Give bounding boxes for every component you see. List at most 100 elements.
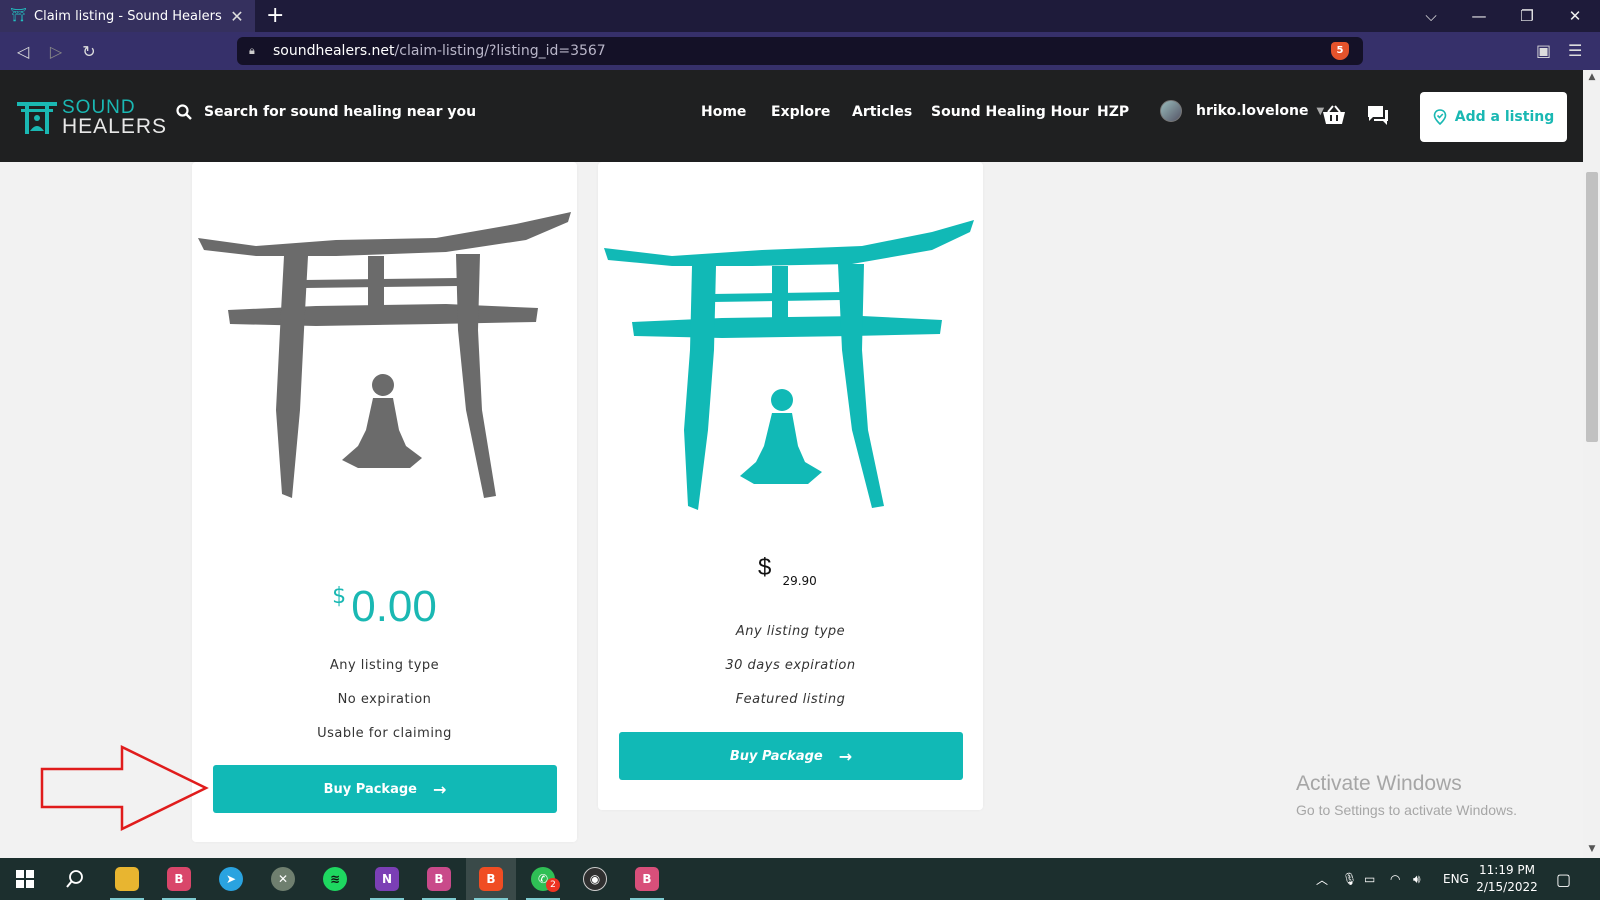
tab-title: Claim listing - Sound Healers: [34, 8, 222, 24]
package-feature: Any listing type: [329, 658, 440, 673]
activate-windows-watermark: Activate Windows Go to Settings to activ…: [1296, 772, 1517, 818]
nav-home[interactable]: Home: [701, 104, 746, 120]
search-icon: [66, 870, 83, 888]
language-indicator[interactable]: ENG: [1443, 858, 1469, 900]
reload-button[interactable]: ↻: [78, 41, 100, 63]
clock-date: 2/15/2022: [1476, 880, 1538, 894]
brave-icon: B: [479, 867, 503, 891]
xbox-icon: ✕: [271, 867, 295, 891]
taskbar-whatsapp[interactable]: ✆ 2: [518, 858, 568, 900]
restore-button[interactable]: ❐: [1504, 0, 1550, 32]
battery-icon[interactable]: ▭: [1364, 858, 1375, 900]
notification-badge: 2: [546, 878, 560, 892]
package-feature: Usable for claiming: [317, 726, 452, 741]
microphone-icon[interactable]: 🎙︎: [1342, 858, 1357, 900]
buy-package-button[interactable]: Buy Package →: [619, 732, 963, 780]
buy-package-button[interactable]: Buy Package →: [213, 765, 557, 813]
taskbar-search-button[interactable]: [50, 858, 100, 900]
nav-explore[interactable]: Explore: [771, 104, 830, 120]
arrow-right-icon: →: [432, 779, 447, 799]
folder-icon: [115, 867, 139, 891]
onenote-letter: N: [381, 872, 393, 886]
package-feature: No expiration: [337, 692, 432, 707]
taskbar-clock[interactable]: 11:19 PM 2/15/2022: [1472, 862, 1542, 896]
windows-logo-icon: [16, 870, 34, 888]
add-listing-label: Add a listing: [1454, 109, 1555, 125]
package-price: $ 0.00: [192, 582, 577, 632]
browser-toolbar: ◁ ▷ ↻ 🔒︎ soundhealers.net/claim-listing/…: [0, 32, 1600, 70]
wifi-icon[interactable]: ◠: [1390, 858, 1400, 900]
nav-sound-healing-hour[interactable]: Sound Healing Hour: [931, 104, 1089, 120]
map-pin-check-icon: [1433, 109, 1447, 125]
brave-shield-icon[interactable]: 5: [1331, 42, 1349, 60]
torii-logo-icon: [17, 102, 57, 134]
torii-meditation-illustration-grey: [198, 212, 571, 498]
nav-articles[interactable]: Articles: [852, 104, 912, 120]
taskbar-onenote[interactable]: N: [362, 858, 412, 900]
package-feature: Any listing type: [735, 624, 846, 639]
notifications-icon[interactable]: ▢: [1556, 858, 1571, 900]
taskbar-spotify[interactable]: ≋: [310, 858, 360, 900]
onenote-icon: N: [375, 867, 399, 891]
brave-beta-icon: B: [167, 867, 191, 891]
site-logo[interactable]: SOUND HEALERS: [16, 98, 168, 138]
arrow-right-icon: →: [838, 746, 853, 766]
logo-text-healers: HEALERS: [62, 115, 168, 138]
price-amount: 29.90: [782, 574, 817, 588]
new-tab-button[interactable]: +: [266, 4, 284, 28]
site-search[interactable]: Search for sound healing near you: [176, 104, 476, 120]
currency-symbol: $: [332, 584, 347, 609]
messages-icon[interactable]: [1366, 104, 1390, 126]
close-window-button[interactable]: ✕: [1552, 0, 1598, 32]
url-path: /claim-listing/?listing_id=3567: [394, 43, 606, 59]
browser-tab-active[interactable]: ⛩ Claim listing - Sound Healers ✕: [0, 0, 255, 32]
wallet-icon[interactable]: ▣: [1536, 41, 1551, 60]
add-listing-button[interactable]: Add a listing: [1420, 92, 1567, 142]
search-placeholder: Search for sound healing near you: [204, 104, 477, 120]
telegram-icon: ➤: [219, 867, 243, 891]
activate-windows-subtitle: Go to Settings to activate Windows.: [1296, 802, 1517, 818]
scroll-down-arrow-icon[interactable]: ▼: [1586, 844, 1598, 854]
close-tab-icon[interactable]: ✕: [229, 7, 245, 26]
username: hriko.lovelone: [1196, 103, 1309, 119]
site-favicon-icon: ⛩: [10, 8, 27, 23]
menu-icon[interactable]: ☰: [1568, 41, 1582, 60]
currency-symbol: $: [758, 554, 772, 581]
taskbar-brave-beta[interactable]: B: [154, 858, 204, 900]
taskbar-telegram[interactable]: ➤: [206, 858, 256, 900]
forward-button[interactable]: ▷: [45, 41, 67, 63]
package-price: $ 29.90: [758, 554, 817, 588]
taskbar-brave-dev[interactable]: B: [622, 858, 672, 900]
torii-meditation-illustration-teal: [604, 220, 974, 510]
taskbar-obs[interactable]: ◉: [570, 858, 620, 900]
start-button[interactable]: [0, 858, 50, 900]
clock-time: 11:19 PM: [1479, 863, 1535, 877]
activate-windows-title: Activate Windows: [1296, 772, 1462, 795]
taskbar-brave-nightly[interactable]: B: [414, 858, 464, 900]
user-menu[interactable]: hriko.lovelone ▼: [1160, 100, 1324, 122]
tab-list-chevron-icon[interactable]: ⌵: [1408, 0, 1454, 32]
basket-icon[interactable]: [1322, 104, 1346, 126]
avatar: [1160, 100, 1182, 122]
scroll-up-arrow-icon[interactable]: ▲: [1586, 72, 1598, 82]
obs-icon: ◉: [583, 867, 607, 891]
nav-hzp[interactable]: HZP: [1097, 104, 1129, 120]
scrollbar-thumb[interactable]: [1586, 172, 1598, 442]
back-button[interactable]: ◁: [12, 41, 34, 63]
package-feature: 30 days expiration: [725, 658, 856, 673]
taskbar-xbox[interactable]: ✕: [258, 858, 308, 900]
site-header: SOUND HEALERS Search for sound healing n…: [0, 70, 1583, 162]
spotify-icon: ≋: [323, 867, 347, 891]
taskbar-file-explorer[interactable]: [102, 858, 152, 900]
url-host: soundhealers.net: [273, 43, 395, 59]
package-card-featured: $ 29.90 Any listing type 30 days expirat…: [598, 162, 983, 810]
windows-taskbar: B ➤ ✕ ≋ N B B ✆ 2 ◉ B ︿ 🎙︎ ▭ ◠ 🔊︎ ENG 11…: [0, 858, 1600, 900]
minimize-button[interactable]: —: [1456, 0, 1502, 32]
volume-icon[interactable]: 🔊︎: [1413, 858, 1421, 900]
address-bar[interactable]: 🔒︎ soundhealers.net/claim-listing/?listi…: [237, 37, 1363, 65]
taskbar-brave[interactable]: B: [466, 858, 516, 900]
package-card-free: $ 0.00 Any listing type No expiration Us…: [192, 162, 577, 842]
tray-overflow-chevron-icon[interactable]: ︿: [1316, 858, 1328, 900]
buy-package-label: Buy Package: [323, 781, 417, 797]
brave-dev-icon: B: [635, 867, 659, 891]
